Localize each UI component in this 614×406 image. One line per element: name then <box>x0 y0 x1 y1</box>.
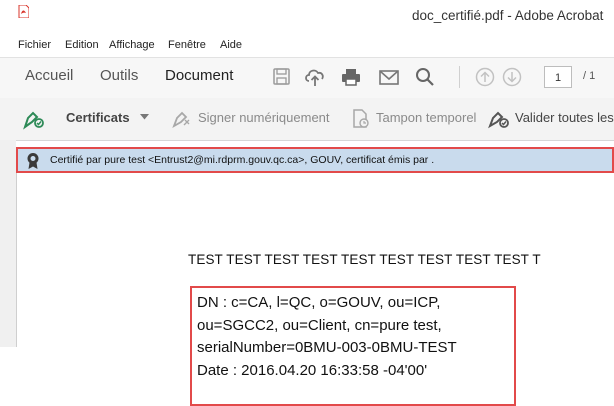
timestamp-icon <box>353 109 369 128</box>
timestamp-button[interactable]: Tampon temporel <box>376 110 476 125</box>
left-panel-strip <box>0 140 16 347</box>
toolbar-separator <box>459 66 460 88</box>
tab-document[interactable]: Document <box>165 67 233 84</box>
page-total: / 1 <box>583 70 596 82</box>
sign-digitally-button[interactable]: Signer numériquement <box>198 110 330 125</box>
page-up-icon[interactable] <box>474 66 496 88</box>
validate-all-button[interactable]: Valider toutes les <box>515 110 614 125</box>
tab-tools[interactable]: Outils <box>100 67 138 84</box>
menu-window[interactable]: Fenêtre <box>168 39 206 51</box>
tab-home[interactable]: Accueil <box>25 67 73 84</box>
window-title: doc_certifié.pdf - Adobe Acrobat <box>412 8 604 23</box>
menu-help[interactable]: Aide <box>220 39 242 51</box>
document-heading: TEST TEST TEST TEST TEST TEST TEST TEST … <box>188 252 541 267</box>
signature-line: serialNumber=0BMU-003-0BMU-TEST <box>197 339 457 356</box>
save-icon[interactable] <box>272 66 292 88</box>
signature-line: Date : 2016.04.20 16:33:58 -04'00' <box>197 361 428 379</box>
main-toolbar: Accueil Outils Document 1 / 1 <box>0 57 614 99</box>
page-down-icon[interactable] <box>501 66 523 88</box>
menu-file[interactable]: Fichier <box>18 39 51 51</box>
menu-view[interactable]: Affichage <box>109 39 155 51</box>
signature-info-text: Certifié par pure test <Entrust2@mi.rdpr… <box>50 154 435 166</box>
certificates-menu[interactable]: Certificats <box>66 110 130 125</box>
sign-pen-icon <box>172 111 190 129</box>
signature-line: DN : c=CA, l=QC, o=GOUV, ou=ICP, <box>197 294 441 311</box>
print-icon[interactable] <box>340 66 362 88</box>
ribbon-icon <box>27 153 39 169</box>
certificate-pen-icon <box>23 111 44 130</box>
signature-appearance[interactable]: DN : c=CA, l=QC, o=GOUV, ou=ICP, ou=SGCC… <box>190 286 516 406</box>
menu-edit[interactable]: Edition <box>65 39 99 51</box>
chevron-down-icon[interactable] <box>140 114 149 120</box>
pdf-app-icon <box>18 5 29 18</box>
signature-info-bar: Certifié par pure test <Entrust2@mi.rdpr… <box>16 147 614 173</box>
page-number-input[interactable]: 1 <box>544 66 572 88</box>
title-bar: doc_certifié.pdf - Adobe Acrobat <box>0 0 614 34</box>
mail-icon[interactable] <box>378 66 400 88</box>
certificates-toolbar: Certificats Signer numériquement Tampon … <box>0 98 614 141</box>
menu-bar: Fichier Edition Affichage Fenêtre Aide <box>0 36 614 56</box>
signature-line: ou=SGCC2, ou=Client, cn=pure test, <box>197 316 442 334</box>
upload-icon[interactable] <box>304 66 326 88</box>
search-icon[interactable] <box>414 66 436 88</box>
validate-icon <box>488 111 509 129</box>
